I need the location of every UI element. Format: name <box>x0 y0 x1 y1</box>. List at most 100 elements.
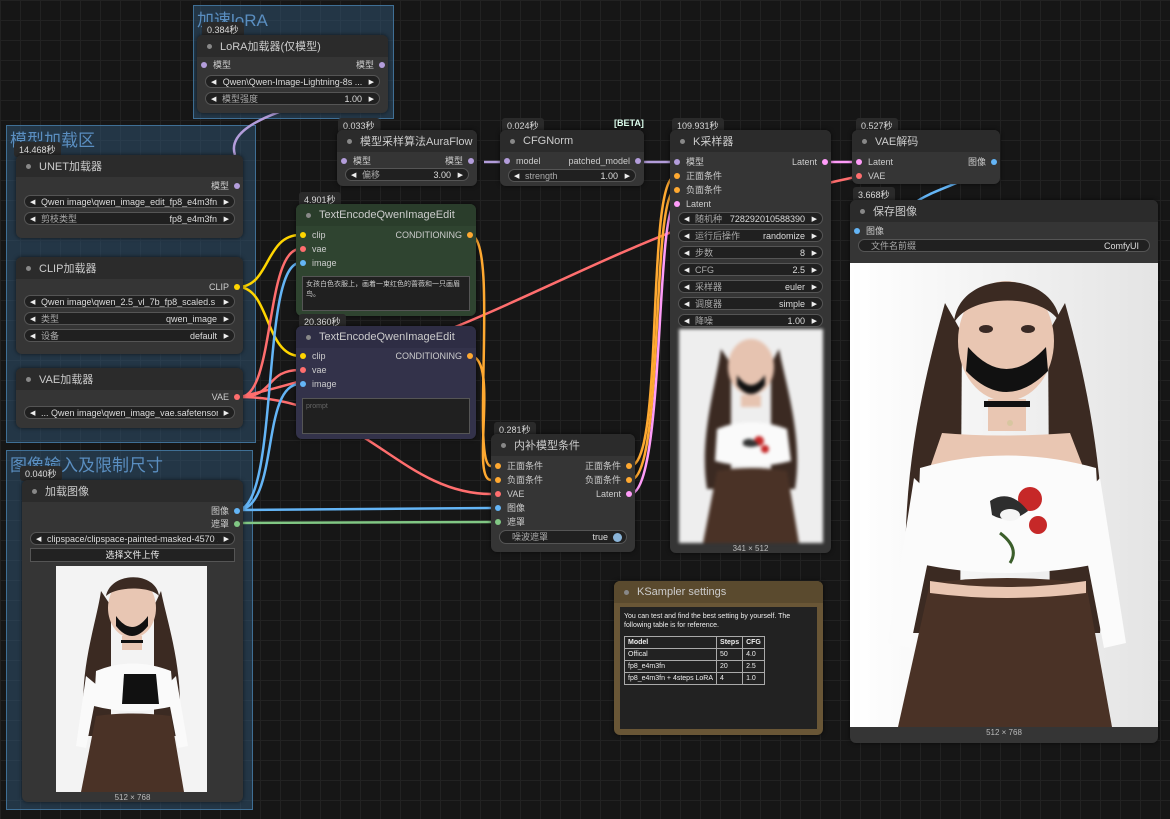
triangle-left-icon[interactable]: ◀ <box>30 296 35 307</box>
model-output-port[interactable] <box>635 158 641 164</box>
image-input-port[interactable] <box>495 505 501 511</box>
node-header[interactable]: 内补模型条件 <box>491 434 635 456</box>
image-input-port[interactable] <box>854 228 860 234</box>
control-after-generate-combo[interactable]: ◀ 运行后操作 randomize ▶ <box>678 229 823 242</box>
vae-input-port[interactable] <box>300 367 306 373</box>
vae-input-port[interactable] <box>495 491 501 497</box>
collapse-dot-icon[interactable] <box>501 442 506 448</box>
model-input-port[interactable] <box>201 62 207 68</box>
vae-decode-node[interactable]: VAE解码 Latent 图像 VAE <box>852 130 1000 184</box>
strength-widget[interactable]: ◀ 模型强度 1.00 ▶ <box>205 92 380 105</box>
lora-loader-node[interactable]: LoRA加载器(仅模型) 模型 模型 ◀ Qwen\Qwen-Image-Lig… <box>197 35 388 113</box>
sampler-combo[interactable]: ◀ 采样器 euler ▶ <box>678 280 823 293</box>
load-image-node[interactable]: 加载图像 图像 遮罩 ◀ clipspace/clipspace-painted… <box>22 480 243 802</box>
triangle-right-icon[interactable]: ▶ <box>812 247 817 258</box>
unet-name-combo[interactable]: ◀ Qwen image\qwen_image_edit_fp8_e4m3fn.… <box>24 195 235 208</box>
noise-mask-toggle[interactable]: 噪波遮罩 true <box>499 530 627 544</box>
triangle-right-icon[interactable]: ▶ <box>224 196 229 207</box>
latent-output-port[interactable] <box>822 159 828 165</box>
triangle-right-icon[interactable]: ▶ <box>812 213 817 224</box>
node-header[interactable]: TextEncodeQwenImageEdit <box>296 204 476 226</box>
dtype-combo[interactable]: ◀ 剪枝类型 fp8_e4m3fn ▶ <box>24 212 235 225</box>
triangle-left-icon[interactable]: ◀ <box>514 170 519 181</box>
lora-name-combo[interactable]: ◀ Qwen\Qwen-Image-Lightning-8s ... ▶ <box>205 75 380 88</box>
seed-widget[interactable]: ◀ 随机种 728292010588390 ▶ <box>678 212 823 225</box>
triangle-left-icon[interactable]: ◀ <box>684 264 689 275</box>
node-header[interactable]: LoRA加载器(仅模型) <box>197 35 388 57</box>
collapse-dot-icon[interactable] <box>26 163 31 169</box>
triangle-left-icon[interactable]: ◀ <box>30 313 35 324</box>
node-header[interactable]: UNET加载器 <box>16 155 243 177</box>
vae-output-port[interactable] <box>234 394 240 400</box>
triangle-right-icon[interactable]: ▶ <box>224 330 229 341</box>
shift-widget[interactable]: ◀ 偏移 3.00 ▶ <box>345 168 469 181</box>
aura-flow-node[interactable]: 模型采样算法AuraFlow 模型 模型 ◀ 偏移 3.00 ▶ <box>337 130 477 186</box>
model-output-port[interactable] <box>468 158 474 164</box>
conditioning-output-port[interactable] <box>467 232 473 238</box>
model-input-port[interactable] <box>674 159 680 165</box>
collapse-dot-icon[interactable] <box>26 376 31 382</box>
model-output-port[interactable] <box>234 183 240 189</box>
vae-name-combo[interactable]: ◀ ... Qwen image\qwen_image_vae.safetens… <box>24 406 235 419</box>
scheduler-combo[interactable]: ◀ 调度器 simple ▶ <box>678 297 823 310</box>
collapse-dot-icon[interactable] <box>207 43 212 49</box>
node-header[interactable]: VAE解码 <box>852 130 1000 152</box>
triangle-right-icon[interactable]: ▶ <box>812 264 817 275</box>
triangle-right-icon[interactable]: ▶ <box>224 296 229 307</box>
model-output-port[interactable] <box>379 62 385 68</box>
triangle-left-icon[interactable]: ◀ <box>211 76 216 87</box>
triangle-left-icon[interactable]: ◀ <box>684 298 689 309</box>
triangle-right-icon[interactable]: ▶ <box>224 533 229 544</box>
triangle-left-icon[interactable]: ◀ <box>30 196 35 207</box>
denoise-widget[interactable]: ◀ 降噪 1.00 ▶ <box>678 314 823 327</box>
vae-input-port[interactable] <box>300 246 306 252</box>
collapse-dot-icon[interactable] <box>862 138 867 144</box>
ksampler-settings-note[interactable]: KSampler settings You can test and find … <box>614 581 823 735</box>
conditioning-output-port[interactable] <box>467 353 473 359</box>
triangle-right-icon[interactable]: ▶ <box>812 281 817 292</box>
collapse-dot-icon[interactable] <box>306 212 311 218</box>
positive-output-port[interactable] <box>626 463 632 469</box>
triangle-right-icon[interactable]: ▶ <box>458 169 463 180</box>
clip-output-port[interactable] <box>234 284 240 290</box>
triangle-right-icon[interactable]: ▶ <box>224 213 229 224</box>
triangle-left-icon[interactable]: ◀ <box>30 330 35 341</box>
cfgnorm-node[interactable]: CFGNorm model patched_model ◀ strength 1… <box>500 130 644 186</box>
filename-prefix-field[interactable]: 文件名前缀 ComfyUI <box>858 239 1150 252</box>
node-header[interactable]: 保存图像 <box>850 200 1158 222</box>
strength-widget[interactable]: ◀ strength 1.00 ▶ <box>508 169 636 182</box>
node-header[interactable]: TextEncodeQwenImageEdit <box>296 326 476 348</box>
vae-loader-node[interactable]: VAE加载器 VAE ◀ ... Qwen image\qwen_image_v… <box>16 368 243 428</box>
node-header[interactable]: 模型采样算法AuraFlow <box>337 130 477 152</box>
triangle-left-icon[interactable]: ◀ <box>684 247 689 258</box>
triangle-right-icon[interactable]: ▶ <box>224 313 229 324</box>
positive-input-port[interactable] <box>495 463 501 469</box>
image-input-port[interactable] <box>300 381 306 387</box>
image-output-port[interactable] <box>991 159 997 165</box>
clip-input-port[interactable] <box>300 353 306 359</box>
triangle-left-icon[interactable]: ◀ <box>684 230 689 241</box>
negative-input-port[interactable] <box>674 187 680 193</box>
latent-input-port[interactable] <box>856 159 862 165</box>
triangle-right-icon[interactable]: ▶ <box>812 230 817 241</box>
node-header[interactable]: CLIP加载器 <box>16 257 243 279</box>
triangle-left-icon[interactable]: ◀ <box>36 533 41 544</box>
toggle-knob-icon[interactable] <box>613 533 622 542</box>
text-encode-node-1[interactable]: TextEncodeQwenImageEdit clip CONDITIONIN… <box>296 204 476 316</box>
triangle-left-icon[interactable]: ◀ <box>684 315 689 326</box>
prompt-textarea[interactable]: 女孩白色衣服上，画着一束红色的蔷薇和一只画眉鸟。 <box>302 276 470 311</box>
node-header[interactable]: K采样器 <box>670 130 831 152</box>
collapse-dot-icon[interactable] <box>306 334 311 340</box>
negative-input-port[interactable] <box>495 477 501 483</box>
mask-input-port[interactable] <box>495 519 501 525</box>
negative-output-port[interactable] <box>626 477 632 483</box>
mask-output-port[interactable] <box>234 521 240 527</box>
node-header[interactable]: VAE加载器 <box>16 368 243 390</box>
save-image-node[interactable]: 保存图像 图像 文件名前缀 ComfyUI 512 × 768 <box>850 200 1158 743</box>
clip-loader-node[interactable]: CLIP加载器 CLIP ◀ Qwen image\qwen_2.5_vl_7b… <box>16 257 243 354</box>
triangle-left-icon[interactable]: ◀ <box>684 281 689 292</box>
device-combo[interactable]: ◀ 设备 default ▶ <box>24 329 235 342</box>
triangle-right-icon[interactable]: ▶ <box>224 407 229 418</box>
triangle-right-icon[interactable]: ▶ <box>812 315 817 326</box>
triangle-left-icon[interactable]: ◀ <box>30 407 35 418</box>
